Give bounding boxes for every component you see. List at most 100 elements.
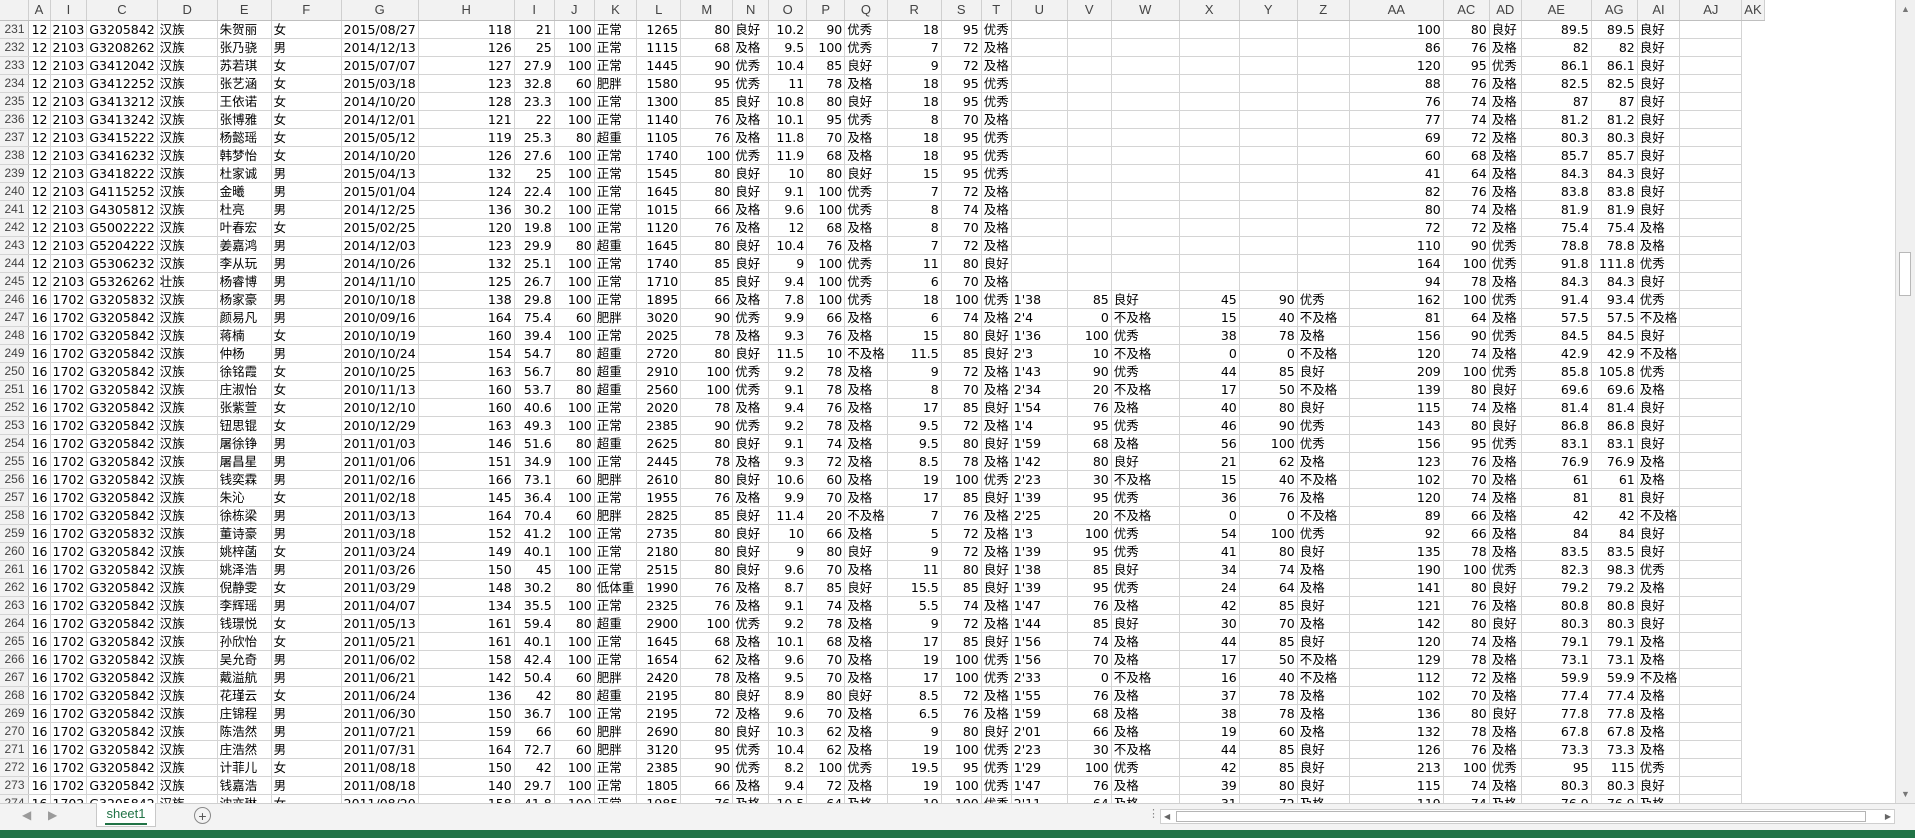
cell[interactable]: 79.1 [1591,632,1638,651]
cell[interactable]: 女 [271,488,342,507]
cell[interactable]: 100 [554,758,595,777]
cell[interactable]: G3205842 [86,344,158,363]
cell[interactable]: 杨懿瑶 [217,128,272,147]
cell[interactable]: 95 [1067,488,1112,507]
cell[interactable]: 及格 [732,290,770,309]
cell[interactable]: 126 [418,146,515,165]
cell[interactable]: 及格 [732,596,770,615]
cell[interactable]: 44 [1179,740,1240,759]
cell[interactable]: 男 [271,776,342,795]
cell[interactable]: 10 [1067,344,1112,363]
cell[interactable]: 2'11 [1011,794,1068,803]
cell[interactable]: 100 [680,362,734,381]
cell[interactable]: 及格 [981,416,1012,435]
cell[interactable]: 汉族 [157,758,218,777]
cell[interactable]: 汉族 [157,326,218,345]
cell[interactable]: 15 [887,164,942,183]
cell[interactable]: 及格 [1637,578,1681,597]
cell[interactable]: 90 [1067,362,1112,381]
cell[interactable]: 1702 [50,794,88,803]
row-header[interactable]: 274 [0,794,29,803]
cell[interactable]: 及格 [1637,722,1681,741]
cell[interactable]: 16 [28,632,51,651]
cell[interactable]: 142 [418,668,515,687]
cell[interactable]: 120 [1349,344,1444,363]
cell[interactable]: 100 [554,200,595,219]
cell[interactable]: 5.5 [887,596,942,615]
cell[interactable]: 及格 [844,326,888,345]
cell[interactable]: 84 [1591,524,1638,543]
cell[interactable]: 42 [1591,506,1638,525]
cell[interactable]: 良好 [1637,182,1681,201]
cell[interactable] [1111,146,1180,165]
cell[interactable]: 100 [554,794,595,803]
cell[interactable]: 及格 [1489,650,1522,669]
cell[interactable]: G3416232 [86,146,158,165]
cell[interactable]: 78 [1443,542,1490,561]
cell[interactable]: 64 [806,794,846,803]
cell[interactable]: 40 [1239,668,1298,687]
cell[interactable]: 10.8 [768,92,808,111]
cell[interactable]: 良好 [1637,74,1681,93]
cell[interactable]: 164 [418,740,515,759]
cell[interactable] [1067,128,1112,147]
cell[interactable]: 及格 [1111,704,1180,723]
cell[interactable] [1067,236,1112,255]
cell[interactable] [1679,326,1743,345]
cell[interactable]: 良好 [1297,776,1350,795]
cell[interactable]: 正常 [594,542,638,561]
cell[interactable]: 73.1 [1591,650,1638,669]
cell[interactable]: 及格 [732,578,770,597]
cell[interactable]: 王依诺 [217,92,272,111]
cell[interactable]: 钱璟悦 [217,614,272,633]
cell[interactable]: 42 [1179,758,1240,777]
cell[interactable]: 良好 [732,272,770,291]
cell[interactable] [1679,380,1743,399]
cell[interactable]: 及格 [1637,632,1681,651]
cell[interactable]: 145 [418,488,515,507]
cell[interactable]: 76.9 [1521,794,1592,803]
cell[interactable] [1067,92,1112,111]
next-sheet-icon[interactable]: ▶ [48,808,57,822]
cell[interactable]: 78 [680,398,734,417]
cell[interactable]: 95 [1521,758,1592,777]
cell[interactable]: 38 [1179,326,1240,345]
cell[interactable]: G4115252 [86,182,158,201]
cell[interactable]: 41.2 [514,524,555,543]
cell[interactable]: 1702 [50,650,88,669]
cell[interactable]: 不及格 [1111,308,1180,327]
cell[interactable]: 80 [680,182,734,201]
cell[interactable]: 及格 [1637,650,1681,669]
cell[interactable]: 1702 [50,290,88,309]
cell[interactable]: 9.2 [768,614,808,633]
cell[interactable]: 100 [554,416,595,435]
cell[interactable]: 汉族 [157,650,218,669]
cell[interactable]: 及格 [1637,794,1681,803]
cell[interactable]: 9.4 [768,398,808,417]
cell[interactable]: 100 [1443,362,1490,381]
cell[interactable] [1067,74,1112,93]
column-header[interactable]: AA [1349,0,1444,21]
cell[interactable]: 及格 [732,110,770,129]
cell[interactable]: 149 [418,542,515,561]
spreadsheet-grid[interactable]: A I C D E F G H I J K L M N O P Q R S T U V W X Y Z AA AC AD AE AG AI AJ… [0,0,1895,803]
cell[interactable]: 129 [1349,650,1444,669]
cell[interactable] [1297,218,1350,237]
cell[interactable] [1111,56,1180,75]
cell[interactable]: 1740 [636,146,682,165]
row-header[interactable]: 256 [0,470,29,489]
cell[interactable]: 及格 [981,524,1012,543]
cell[interactable]: 78 [680,326,734,345]
cell[interactable] [1111,254,1180,273]
cell[interactable]: 39.4 [514,326,555,345]
cell[interactable]: 正常 [594,560,638,579]
cell[interactable]: 1'47 [1011,776,1068,795]
cell[interactable]: G3205842 [86,758,158,777]
cell[interactable]: 16 [28,794,51,803]
cell[interactable]: 85 [680,254,734,273]
cell[interactable]: 76 [806,326,846,345]
cell[interactable]: G5306232 [86,254,158,273]
cell[interactable]: 151 [418,452,515,471]
cell[interactable]: 及格 [1637,704,1681,723]
cell[interactable]: 100 [554,164,595,183]
